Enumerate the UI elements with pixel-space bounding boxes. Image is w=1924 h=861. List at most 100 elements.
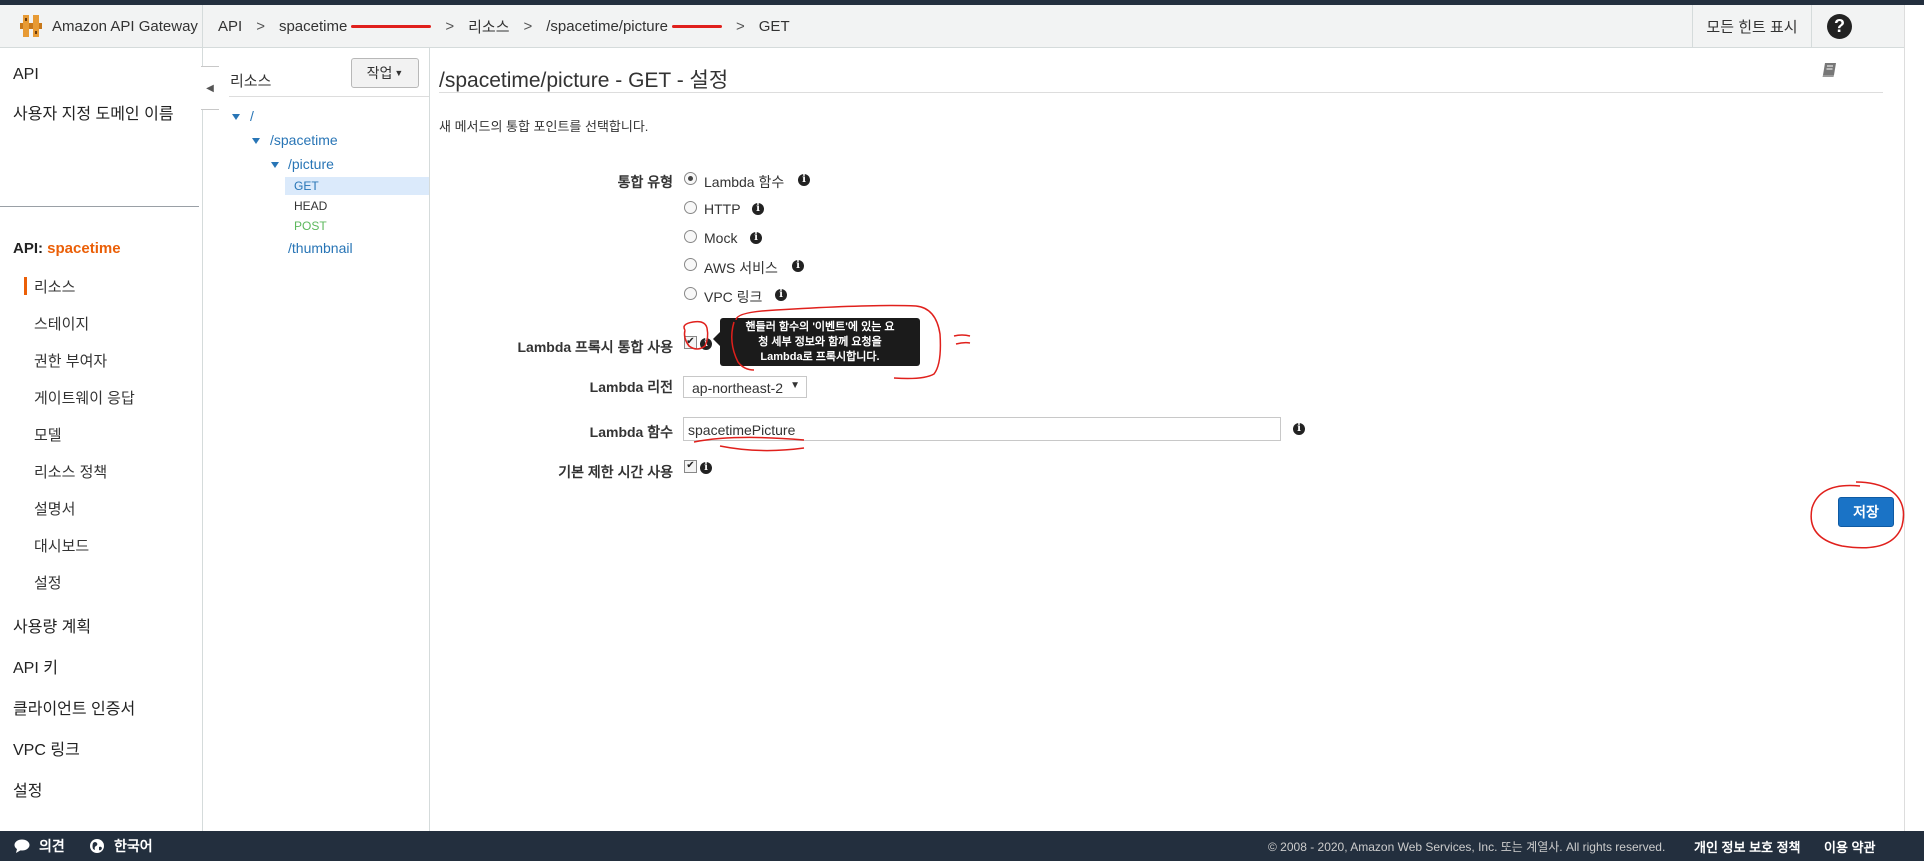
tooltip-line: Lambda로 프록시합니다. [760, 351, 880, 363]
crumb-api-name[interactable]: spacetime [279, 18, 347, 35]
expand-caret-icon[interactable] [252, 138, 260, 144]
lambda-function-input[interactable]: spacetimePicture [683, 417, 1281, 441]
info-icon[interactable]: i [775, 289, 787, 301]
radio-lambda[interactable] [684, 172, 697, 185]
lambda-function-label: Lambda 함수 [589, 424, 673, 440]
radio-aws-service-label: AWS 서비스 [704, 260, 778, 276]
crumb-api[interactable]: API [218, 18, 242, 35]
actions-label: 작업 [366, 65, 393, 81]
privacy-policy-link[interactable]: 개인 정보 보호 정책 [1694, 831, 1801, 861]
nav-apis[interactable]: API [13, 66, 39, 84]
feedback-link[interactable]: 의견 [14, 831, 65, 861]
tree-method-post[interactable]: POST [294, 219, 327, 233]
nav-active-indicator [24, 277, 27, 295]
tree-picture[interactable]: /picture [288, 156, 334, 172]
info-icon[interactable]: i [798, 174, 810, 186]
lambda-region-label: Lambda 리전 [589, 379, 673, 395]
default-timeout-label: 기본 제한 시간 사용 [558, 464, 673, 480]
nav-item-documentation[interactable]: 설명서 [34, 498, 75, 519]
default-timeout-checkbox[interactable]: ✔ [684, 460, 697, 473]
info-icon[interactable]: i [700, 338, 712, 350]
tooltip-line: 청 세부 정보와 함께 요청을 [758, 336, 882, 348]
globe-icon [90, 839, 104, 853]
copyright: © 2008 - 2020, Amazon Web Services, Inc.… [1268, 839, 1666, 854]
actions-button[interactable]: 작업 ▼ [351, 58, 419, 88]
api-gateway-logo-icon [20, 15, 42, 37]
crumb-separator: > [523, 17, 533, 35]
breadcrumb: API > spacetime > 리소스 > /spacetime/pictu… [218, 5, 790, 47]
info-icon[interactable]: i [700, 462, 712, 474]
radio-mock-label: Mock [704, 230, 738, 246]
radio-aws-service[interactable] [684, 258, 697, 271]
nav-vpc-links[interactable]: VPC 링크 [13, 736, 80, 760]
info-icon[interactable]: i [750, 232, 762, 244]
footer: 의견 한국어 © 2008 - 2020, Amazon Web Service… [0, 831, 1924, 861]
right-gutter [1904, 5, 1924, 831]
crumb-separator: > [736, 17, 745, 35]
tree-thumbnail[interactable]: /thumbnail [288, 240, 353, 256]
nav-item-dashboard[interactable]: 대시보드 [34, 535, 89, 556]
nav-item-authorizers[interactable]: 권한 부여자 [34, 350, 107, 371]
tree-root[interactable]: / [250, 108, 254, 124]
crumb-resource-path[interactable]: /spacetime/picture [546, 18, 668, 35]
radio-vpc-link[interactable] [684, 287, 697, 300]
proxy-integration-checkbox[interactable]: ✔ [684, 336, 697, 349]
integration-type-label: 통합 유형 [617, 174, 673, 190]
terms-link[interactable]: 이용 약관 [1824, 831, 1875, 861]
nav-client-certificates[interactable]: 클라이언트 인증서 [13, 695, 135, 719]
expand-caret-icon[interactable] [271, 162, 279, 168]
resources-divider [229, 96, 429, 97]
lambda-region-select[interactable]: ap-northeast-2 ▼ [683, 376, 807, 398]
book-icon[interactable] [1820, 60, 1840, 80]
nav-item-models[interactable]: 모델 [34, 424, 62, 445]
nav-item-gateway-responses[interactable]: 게이트웨이 응답 [34, 387, 135, 408]
radio-http[interactable] [684, 201, 697, 214]
nav-api-prefix: API: [13, 240, 48, 257]
nav-api-keys[interactable]: API 키 [13, 654, 58, 678]
radio-vpc-link-label: VPC 링크 [704, 289, 763, 305]
redacted-mark [672, 21, 722, 31]
crumb-method[interactable]: GET [759, 18, 790, 35]
nav-item-settings[interactable]: 설정 [34, 572, 62, 593]
main-content: /spacetime/picture - GET - 설정 새 메서드의 통합 … [430, 48, 1904, 831]
speech-bubble-icon [14, 839, 30, 853]
chevron-left-icon: ◀ [206, 82, 214, 94]
tree-spacetime[interactable]: /spacetime [270, 132, 338, 148]
language-selector[interactable]: 한국어 [89, 831, 153, 861]
show-hints-button[interactable]: 모든 힌트 표시 [1692, 5, 1812, 47]
tree-method-get[interactable]: GET [294, 179, 319, 193]
proxy-tooltip: 핸들러 함수의 '이벤트'에 있는 요 청 세부 정보와 함께 요청을 Lamb… [713, 318, 920, 366]
brand[interactable]: Amazon API Gateway [0, 5, 203, 47]
tooltip-line: 핸들러 함수의 '이벤트'에 있는 요 [745, 321, 895, 333]
nav-custom-domains[interactable]: 사용자 지정 도메인 이름 [13, 100, 174, 124]
help-icon[interactable]: ? [1827, 14, 1852, 39]
save-button[interactable]: 저장 [1838, 497, 1894, 527]
proxy-integration-label: Lambda 프록시 통합 사용 [517, 339, 673, 355]
crumb-resources[interactable]: 리소스 [468, 16, 509, 37]
resources-title: 리소스 [230, 73, 272, 90]
info-icon[interactable]: i [1293, 423, 1305, 435]
nav-usage-plans[interactable]: 사용량 계획 [13, 613, 91, 637]
feedback-label: 의견 [39, 838, 65, 854]
radio-lambda-label: Lambda 함수 [704, 174, 785, 190]
expand-caret-icon[interactable] [232, 114, 240, 120]
info-icon[interactable]: i [792, 260, 804, 272]
nav-item-resources[interactable]: 리소스 [34, 276, 75, 297]
nav-settings[interactable]: 설정 [13, 777, 42, 801]
language-label: 한국어 [114, 838, 153, 854]
page-title: /spacetime/picture - GET - 설정 [439, 69, 729, 92]
header: Amazon API Gateway API > spacetime > 리소스… [0, 5, 1904, 48]
info-icon[interactable]: i [752, 203, 764, 215]
radio-http-label: HTTP [704, 201, 741, 217]
caret-down-icon: ▼ [394, 68, 404, 78]
radio-mock[interactable] [684, 230, 697, 243]
crumb-separator: > [445, 17, 455, 35]
nav-item-stages[interactable]: 스테이지 [34, 313, 89, 334]
tree-method-head[interactable]: HEAD [294, 199, 327, 213]
nav-item-resource-policy[interactable]: 리소스 정책 [34, 461, 107, 482]
lambda-region-value: ap-northeast-2 [692, 380, 784, 396]
collapse-panel-button[interactable]: ◀ [201, 66, 220, 110]
title-divider [439, 92, 1883, 93]
caret-down-icon: ▼ [790, 380, 800, 391]
page-subtitle: 새 메서드의 통합 포인트를 선택합니다. [439, 119, 649, 134]
